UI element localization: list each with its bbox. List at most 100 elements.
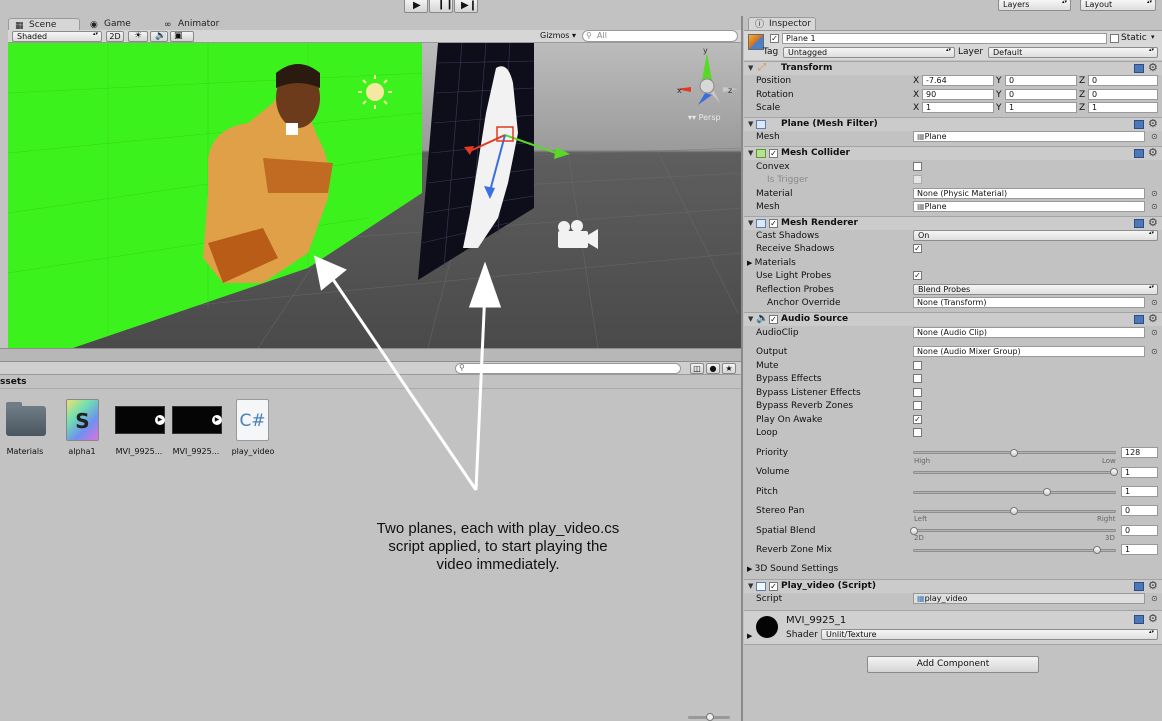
gear-icon[interactable]: ⚙ [1148,579,1158,592]
pitch-slider[interactable] [913,491,1116,494]
gear-icon[interactable]: ⚙ [1148,312,1158,325]
position-y-field[interactable]: 0 [1005,75,1077,86]
play-button[interactable]: ▶ [404,0,428,13]
pause-button[interactable]: ❙❙ [429,0,454,13]
tag-dropdown[interactable]: Untagged [783,47,955,58]
project-search-input[interactable]: ⚲ [455,363,681,374]
scene-search-input[interactable]: ⚲ All [582,30,738,42]
camera-icon[interactable] [558,220,598,249]
gear-icon[interactable]: ⚙ [1148,146,1158,159]
spatial-blend-field[interactable]: 0 [1121,525,1158,536]
mode-2d-button[interactable]: 2D [106,31,124,42]
help-book-icon[interactable] [1134,615,1144,624]
convex-checkbox[interactable] [913,162,922,171]
rotation-y-field[interactable]: 0 [1005,89,1077,100]
spatial-blend-slider[interactable] [913,529,1116,532]
materials-foldout[interactable]: ▶ Materials [747,258,796,268]
lock-icon[interactable]: ◫ [690,363,704,374]
volume-slider-knob[interactable] [1110,468,1118,476]
play-video-enabled-checkbox[interactable]: ✓ [769,582,778,591]
mesh-filter-mesh-field[interactable]: ▦Plane [913,131,1145,142]
play-video-script-header[interactable]: ▼ ✓ Play_video (Script) ⚙ [744,579,1162,593]
cast-shadows-dropdown[interactable]: On [913,230,1158,241]
shader-dropdown[interactable]: Unlit/Texture [821,629,1158,640]
pitch-slider-knob[interactable] [1043,488,1051,496]
script-field[interactable]: ▦play_video [913,593,1145,604]
panel-splitter[interactable] [0,348,741,362]
gizmos-dropdown[interactable]: Gizmos ▾ [540,31,578,42]
static-dropdown-icon[interactable]: ▾ [1151,33,1155,41]
scale-x-field[interactable]: 1 [922,102,994,113]
object-picker-icon[interactable]: ⊙ [1151,594,1158,603]
priority-slider-knob[interactable] [1010,449,1018,457]
help-book-icon[interactable] [1134,64,1144,73]
mesh-renderer-header[interactable]: ▼ ✓ Mesh Renderer ⚙ [744,216,1162,230]
lighting-toggle[interactable]: ☀ [128,31,148,42]
rotation-x-field[interactable]: 90 [922,89,994,100]
collider-mesh-field[interactable]: ▦Plane [913,201,1145,212]
scale-z-field[interactable]: 1 [1088,102,1158,113]
stereo-pan-slider-knob[interactable] [1010,507,1018,515]
anchor-override-field[interactable]: None (Transform) [913,297,1145,308]
scene-viewport[interactable]: y x z ▾▾ Persp [8,43,741,348]
static-checkbox[interactable] [1110,34,1119,43]
material-collapse-icon[interactable]: ▶ [747,632,752,640]
stereo-pan-field[interactable]: 0 [1121,505,1158,516]
gear-icon[interactable]: ⚙ [1148,612,1158,625]
help-book-icon[interactable] [1134,149,1144,158]
audio-source-enabled-checkbox[interactable]: ✓ [769,315,778,324]
reverb-mix-field[interactable]: 1 [1121,544,1158,555]
bypass-reverb-checkbox[interactable] [913,401,922,410]
light-probes-checkbox[interactable]: ✓ [913,271,922,280]
shading-dropdown[interactable]: Shaded [12,31,102,42]
bypass-listener-checkbox[interactable] [913,388,922,397]
object-picker-icon[interactable]: ⊙ [1151,189,1158,198]
object-picker-icon[interactable]: ⊙ [1151,347,1158,356]
help-book-icon[interactable] [1134,582,1144,591]
help-book-icon[interactable] [1134,120,1144,129]
effects-dropdown[interactable]: ▣ [170,31,194,42]
project-breadcrumb[interactable]: ssets [0,376,741,389]
reverb-mix-slider-knob[interactable] [1093,546,1101,554]
orientation-gizmo[interactable] [676,53,738,105]
step-button[interactable]: ▶❙ [454,0,478,13]
gear-icon[interactable]: ⚙ [1148,216,1158,229]
audioclip-field[interactable]: None (Audio Clip) [913,327,1145,338]
object-name-field[interactable]: Plane 1 [782,33,1107,44]
loop-checkbox[interactable] [913,428,922,437]
reflection-probes-dropdown[interactable]: Blend Probes [913,284,1158,295]
audio-source-header[interactable]: ▼ 🔈 ✓ Audio Source ⚙ [744,312,1162,326]
collider-material-field[interactable]: None (Physic Material) [913,188,1145,199]
mesh-renderer-enabled-checkbox[interactable]: ✓ [769,219,778,228]
help-book-icon[interactable] [1134,315,1144,324]
object-picker-icon[interactable]: ⊙ [1151,328,1158,337]
add-component-button[interactable]: Add Component [867,656,1039,673]
silhouette-plane[interactable] [418,43,535,280]
object-picker-icon[interactable]: ⊙ [1151,202,1158,211]
mesh-collider-header[interactable]: ▼ ✓ Mesh Collider ⚙ [744,146,1162,160]
layer-dropdown[interactable]: Default [988,47,1158,58]
scale-y-field[interactable]: 1 [1005,102,1077,113]
transform-header[interactable]: ▼ ⤢ Transform ⚙ [744,61,1162,75]
volume-field[interactable]: 1 [1121,467,1158,478]
sound-settings-foldout[interactable]: ▶ 3D Sound Settings [747,564,838,574]
object-picker-icon[interactable]: ⊙ [1151,132,1158,141]
gear-icon[interactable]: ⚙ [1148,61,1158,74]
active-checkbox[interactable]: ✓ [770,34,779,43]
object-picker-icon[interactable]: ⊙ [1151,298,1158,307]
layout-dropdown[interactable]: Layout [1080,0,1156,11]
receive-shadows-checkbox[interactable]: ✓ [913,244,922,253]
help-book-icon[interactable] [1134,219,1144,228]
bypass-effects-checkbox[interactable] [913,374,922,383]
rotation-z-field[interactable]: 0 [1088,89,1158,100]
output-field[interactable]: None (Audio Mixer Group) [913,346,1145,357]
thumbnail-size-slider[interactable] [688,713,730,721]
gear-icon[interactable]: ⚙ [1148,117,1158,130]
audio-toggle[interactable]: 🔊 [150,31,168,42]
position-z-field[interactable]: 0 [1088,75,1158,86]
priority-field[interactable]: 128 [1121,447,1158,458]
mute-checkbox[interactable] [913,361,922,370]
play-on-awake-checkbox[interactable]: ✓ [913,415,922,424]
tag-icon[interactable]: ● [706,363,720,374]
reverb-mix-slider[interactable] [913,549,1116,552]
